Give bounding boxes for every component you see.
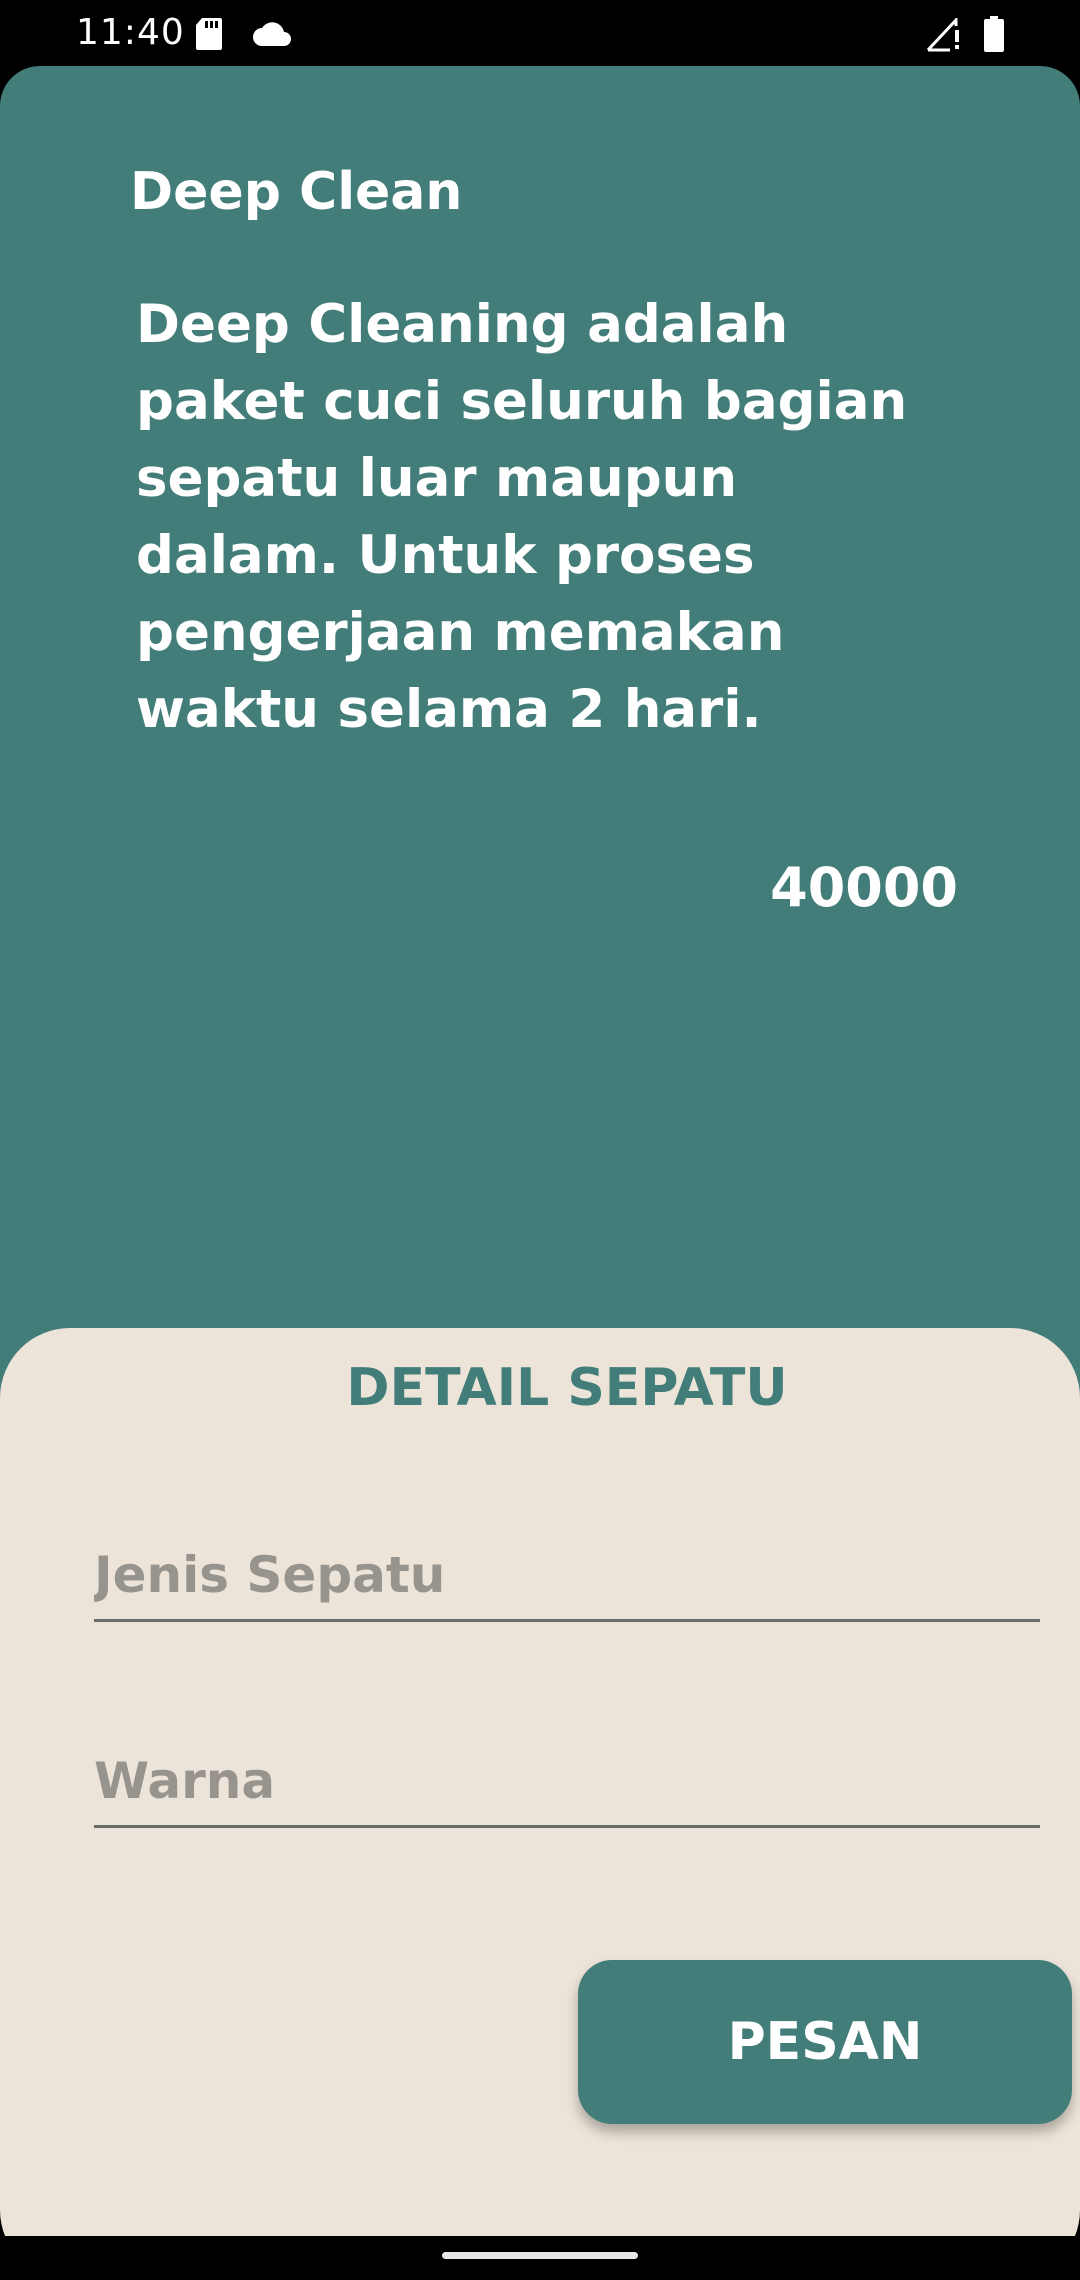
- shoe-color-field: [94, 1716, 1040, 1828]
- service-description: Deep Cleaning adalah paket cuci seluruh …: [136, 294, 908, 740]
- cloud-icon: [253, 22, 291, 46]
- navigation-bar: [0, 2236, 1080, 2280]
- service-info-panel: Deep Clean Deep Cleaning adalah paket cu…: [0, 66, 1080, 1406]
- sd-card-icon: [196, 18, 222, 50]
- detail-form-sheet: DETAIL SEPATU PESAN: [0, 1328, 1080, 2236]
- shoe-type-field: [94, 1510, 1040, 1622]
- shoe-color-input[interactable]: [94, 1716, 1040, 1825]
- service-title: Deep Clean: [130, 162, 463, 222]
- shoe-type-input[interactable]: [94, 1510, 1040, 1619]
- status-time: 11:40: [76, 12, 185, 53]
- status-bar: 11:40: [0, 0, 1080, 66]
- home-indicator[interactable]: [442, 2252, 638, 2259]
- service-price: 40000: [770, 856, 958, 919]
- battery-icon: [984, 16, 1004, 52]
- form-title: DETAIL SEPATU: [346, 1358, 788, 1418]
- order-button[interactable]: PESAN: [578, 1960, 1072, 2124]
- app-screen: 11:40 Deep Clean Deep Cleaning adalah pa…: [0, 0, 1080, 2280]
- signal-icon: [926, 18, 959, 52]
